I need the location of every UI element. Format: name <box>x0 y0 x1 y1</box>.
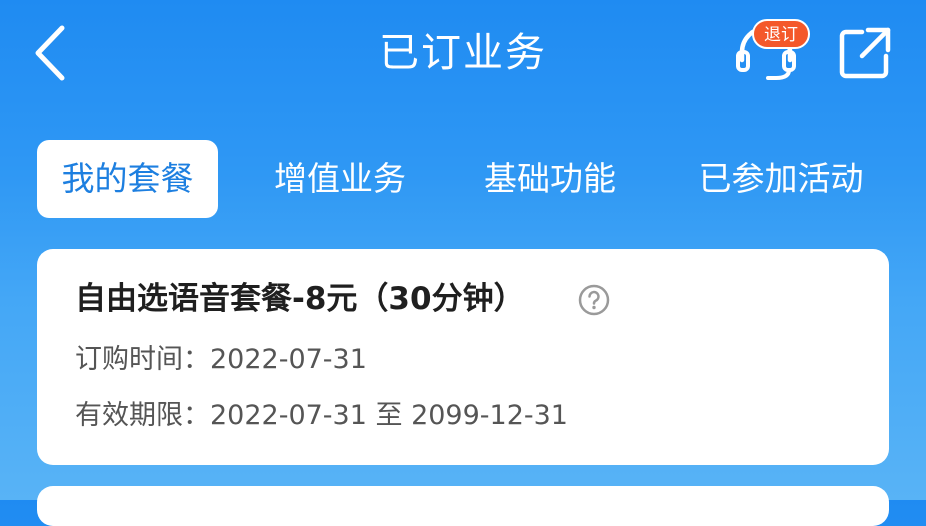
order-time-row: 订购时间：2022-07-31 <box>75 340 367 380</box>
share-external-icon <box>839 27 891 79</box>
validity-label: 有效期限： <box>75 400 210 431</box>
tab-joined-activities[interactable]: 已参加活动 <box>686 140 876 218</box>
header-bar: 已订业务 退订 <box>0 0 926 110</box>
order-time-label: 订购时间： <box>75 344 210 375</box>
validity-row: 有效期限：2022-07-31 至 2099-12-31 <box>75 396 568 436</box>
validity-value: 2022-07-31 至 2099-12-31 <box>210 400 568 431</box>
unsubscribe-badge[interactable]: 退订 <box>752 19 810 49</box>
package-card[interactable]: 自由选语音套餐-8元（30分钟） 订购时间：2022-07-31 有效期限：20… <box>37 249 889 465</box>
package-title: 自由选语音套餐-8元（30分钟） <box>75 281 525 317</box>
question-circle-icon <box>578 284 610 316</box>
order-time-value: 2022-07-31 <box>210 344 367 375</box>
help-button[interactable] <box>578 284 610 316</box>
next-package-card[interactable] <box>37 486 889 526</box>
tab-basic-functions[interactable]: 基础功能 <box>472 140 628 218</box>
tab-my-package[interactable]: 我的套餐 <box>37 140 218 218</box>
share-button[interactable] <box>838 26 892 80</box>
tab-value-added[interactable]: 增值业务 <box>262 140 418 218</box>
